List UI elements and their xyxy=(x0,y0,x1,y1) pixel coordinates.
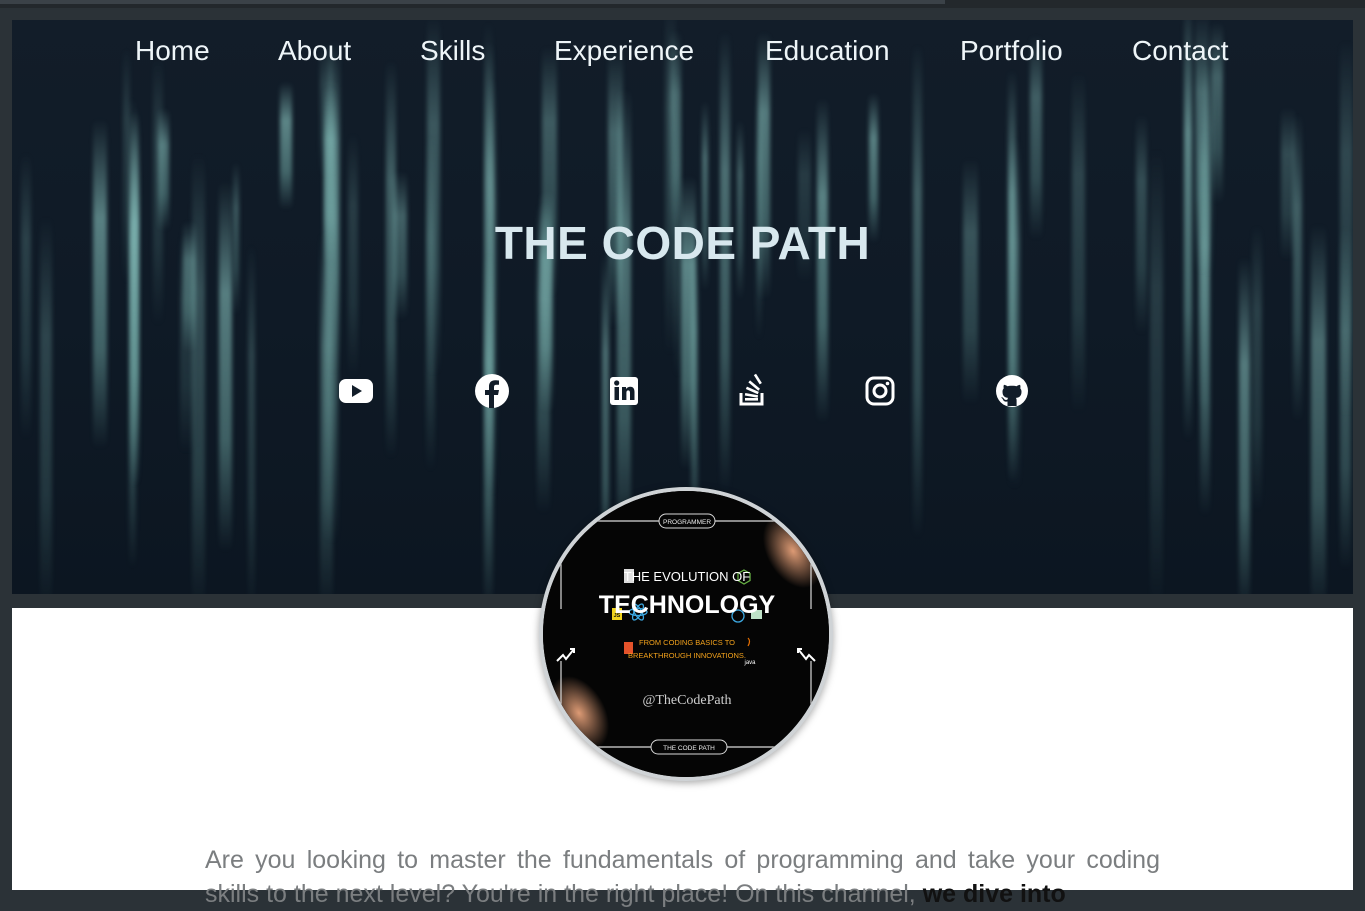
instagram-link[interactable] xyxy=(862,373,898,409)
youtube-icon xyxy=(339,379,373,403)
background-streak xyxy=(248,244,255,594)
linkedin-icon xyxy=(610,377,638,405)
facebook-link[interactable] xyxy=(474,373,510,409)
page-title: THE CODE PATH xyxy=(494,217,871,269)
background-streak xyxy=(93,118,107,449)
github-icon xyxy=(996,375,1028,407)
background-streak xyxy=(280,81,292,211)
channel-banner-image: PROGRAMMER THE CODE PATH JS java THE EVO… xyxy=(543,491,829,777)
stackoverflow-icon xyxy=(739,373,764,406)
nav-portfolio[interactable]: Portfolio xyxy=(960,35,1063,67)
facebook-icon xyxy=(475,374,509,408)
nav-contact[interactable]: Contact xyxy=(1132,35,1229,67)
avatar-handle: @TheCodePath xyxy=(642,693,731,708)
background-streak xyxy=(736,120,744,300)
nav-skills[interactable]: Skills xyxy=(420,35,485,67)
github-link[interactable] xyxy=(994,373,1030,409)
background-streak xyxy=(21,152,31,440)
profile-avatar: PROGRAMMER THE CODE PATH JS java THE EVO… xyxy=(539,487,833,781)
instagram-icon xyxy=(865,376,895,406)
background-streak xyxy=(1238,257,1251,594)
scroll-indicator xyxy=(0,0,945,4)
nav-about[interactable]: About xyxy=(278,35,351,67)
browser-top-strip xyxy=(0,0,1365,8)
linkedin-link[interactable] xyxy=(606,373,642,409)
about-bold-text: we dive into xyxy=(922,880,1066,908)
java-badge-text: java xyxy=(743,660,756,666)
background-streak xyxy=(483,254,494,594)
nav-education[interactable]: Education xyxy=(765,35,890,67)
background-streak xyxy=(130,112,140,488)
avatar-line4: BREAKTHROUGH INNOVATIONS. xyxy=(628,651,746,660)
avatar-line3: FROM CODING BASICS TO xyxy=(639,638,735,647)
avatar-line1: THE EVOLUTION OF xyxy=(624,569,750,584)
background-streak xyxy=(40,215,52,594)
top-tag-text: PROGRAMMER xyxy=(663,519,711,526)
youtube-link[interactable] xyxy=(338,373,374,409)
background-streak xyxy=(152,58,163,327)
avatar-line2: TECHNOLOGY xyxy=(599,591,776,619)
background-streak xyxy=(912,44,922,539)
nav-home[interactable]: Home xyxy=(135,35,210,67)
bottom-tag-text: THE CODE PATH xyxy=(663,745,715,752)
background-streak xyxy=(962,158,979,406)
about-paragraph: Are you looking to master the fundamenta… xyxy=(205,843,1160,911)
background-streak xyxy=(1310,223,1326,594)
background-streak xyxy=(1008,137,1020,489)
stackoverflow-link[interactable] xyxy=(734,373,770,409)
main-nav: Home About Skills Experience Education P… xyxy=(12,20,1353,90)
nav-experience[interactable]: Experience xyxy=(554,35,694,67)
background-streak xyxy=(320,230,333,594)
